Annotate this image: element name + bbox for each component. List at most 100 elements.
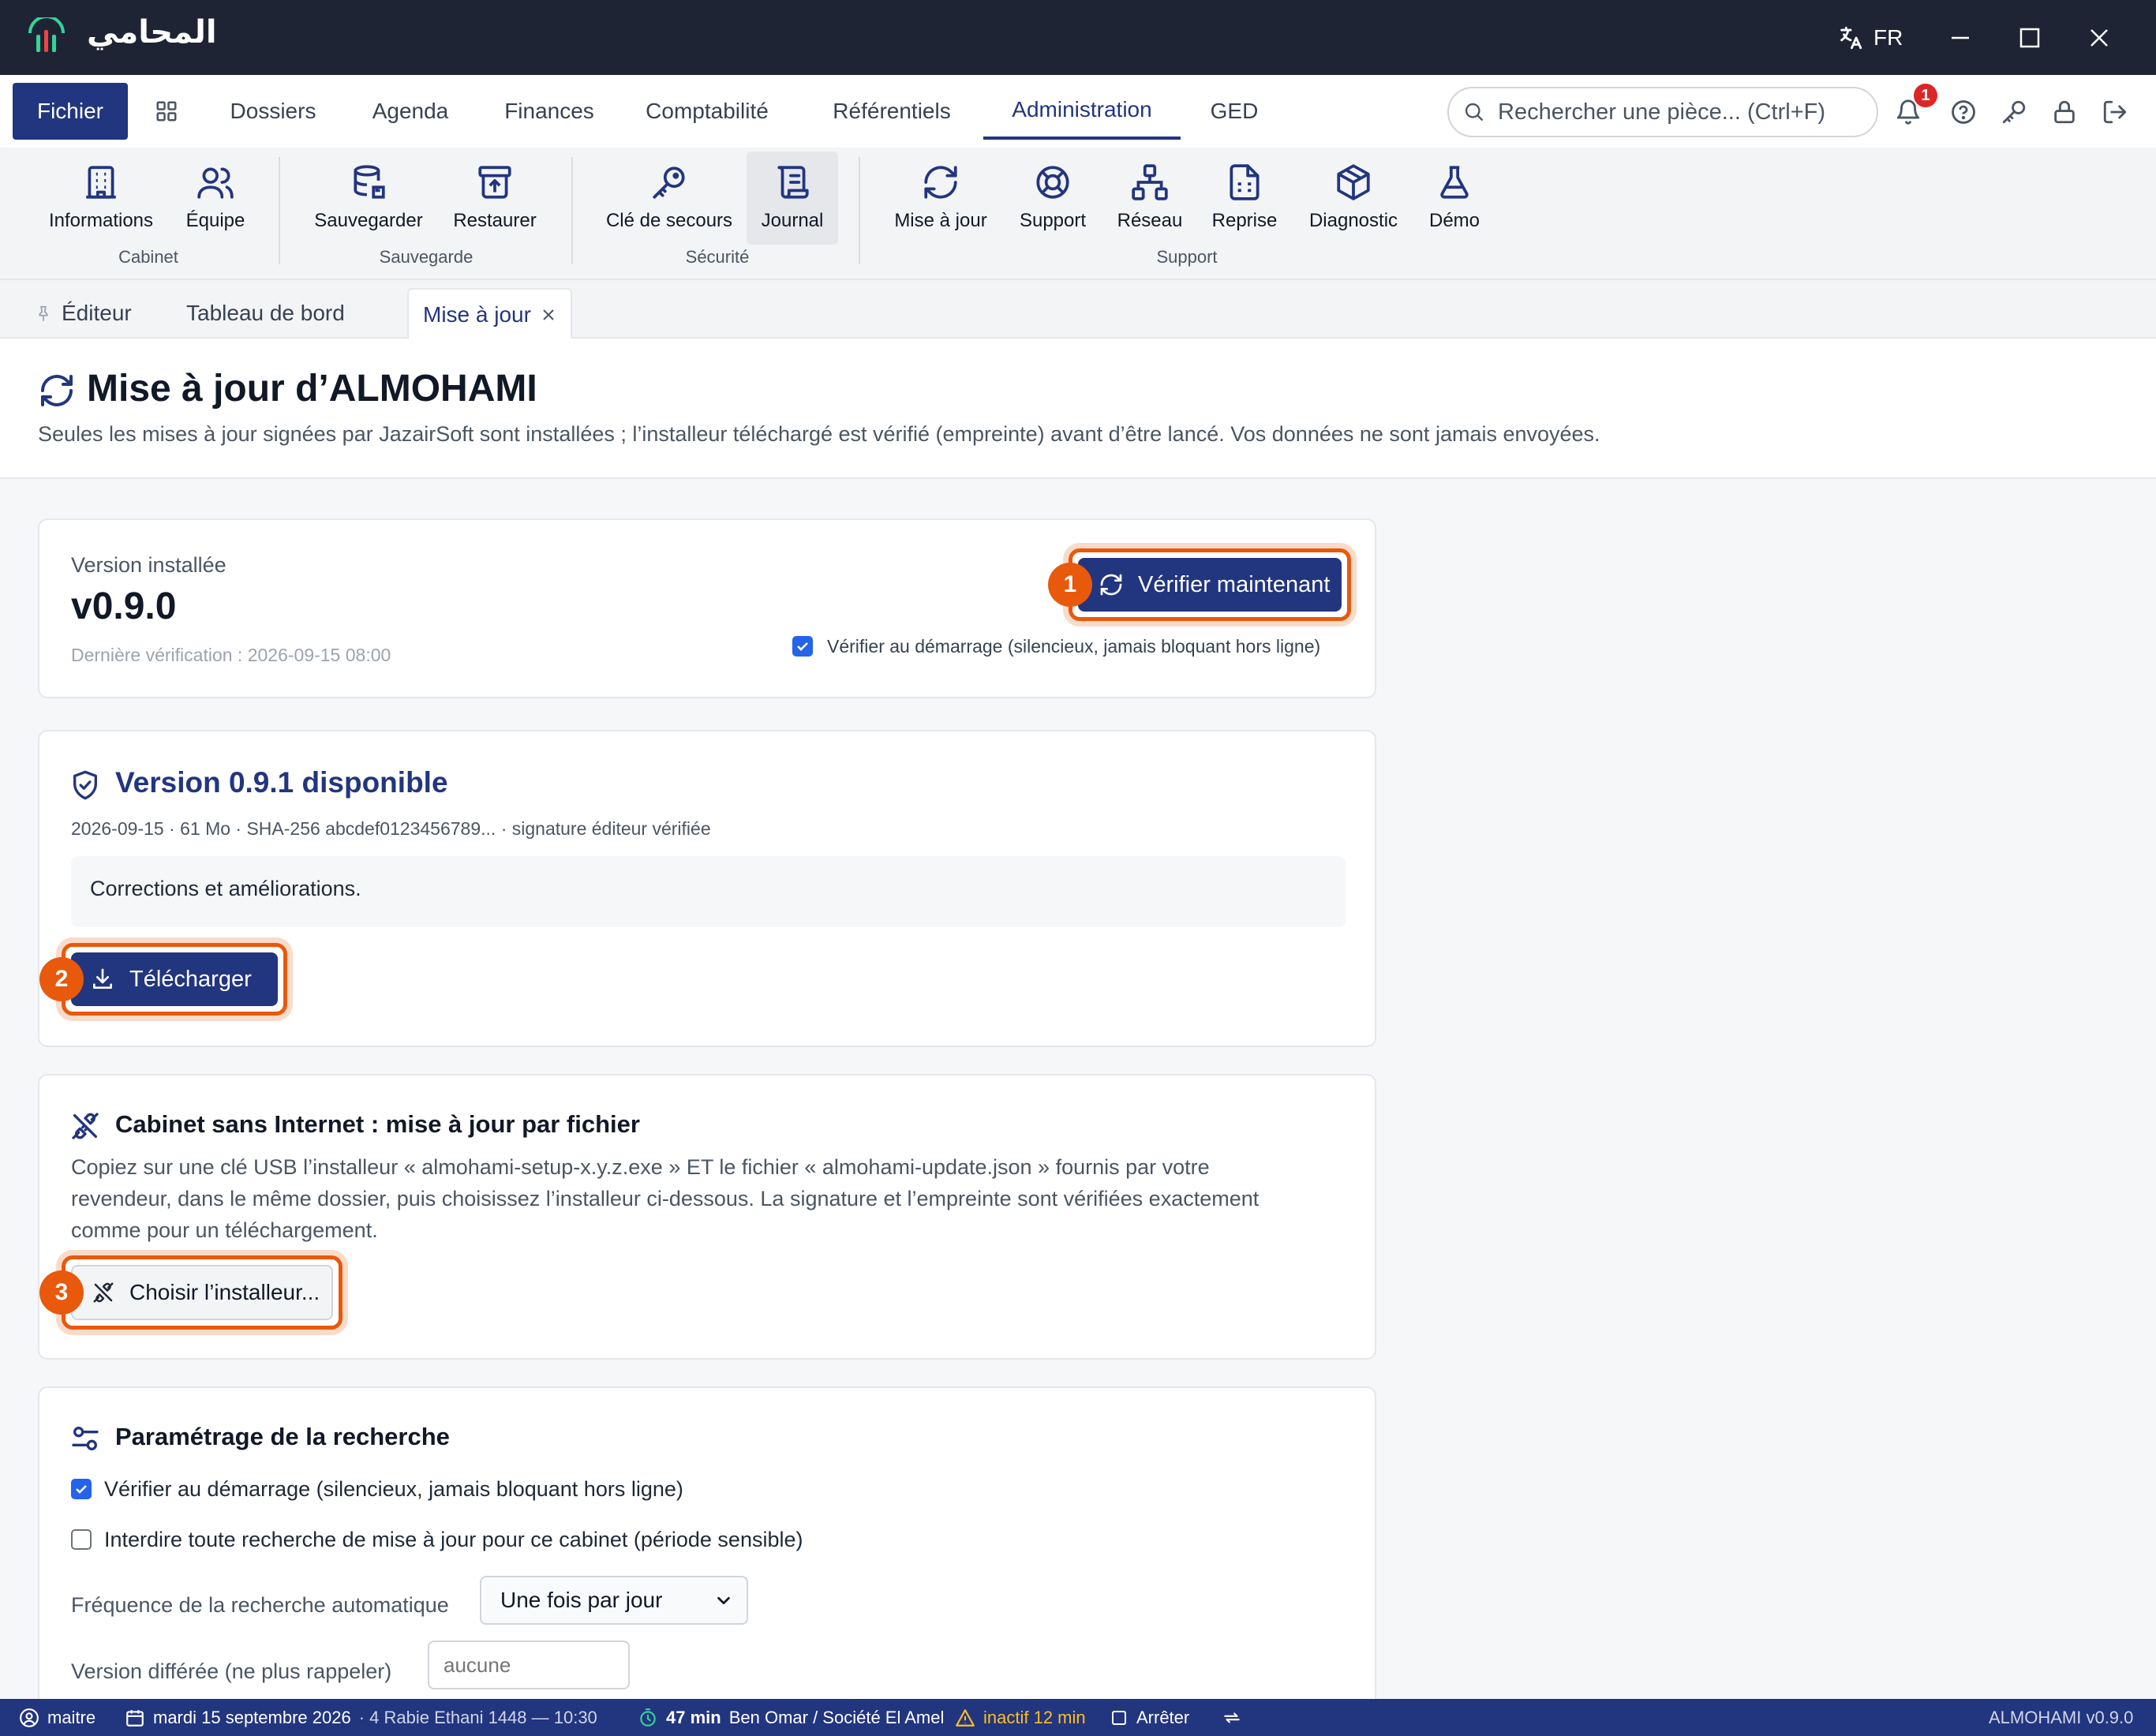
status-date: mardi 15 septembre 2026 · 4 Rabie Ethani… [125,1699,597,1736]
installed-version-card: Version installée v0.9.0 Dernière vérifi… [38,518,1376,698]
calendar-icon [125,1708,145,1728]
offline-instructions: Copiez sur une clé USB l’installeur « al… [71,1155,1260,1242]
help-button[interactable] [1946,95,1981,129]
frequency-select[interactable]: Une fois par jour [480,1576,748,1625]
status-inactive-warning: inactif 12 min [955,1699,1086,1736]
menu-dossiers[interactable]: Dossiers [215,83,331,140]
refresh-icon [1099,572,1124,597]
refresh-icon [38,372,76,410]
database-save-icon [349,163,388,202]
lock-icon [2051,99,2078,125]
status-timer[interactable]: 47 min Ben Omar / Société El Amel [638,1699,944,1736]
offline-update-card: Cabinet sans Internet : mise à jour par … [38,1074,1376,1360]
menu-file[interactable]: Fichier [13,83,128,140]
license-key-button[interactable] [1997,95,2031,129]
choose-installer-button[interactable]: Choisir l’installeur... [71,1265,333,1320]
menu-ged[interactable]: GED [1201,83,1267,140]
menu-administration[interactable]: Administration [983,83,1181,140]
unplugged-icon [92,1281,115,1304]
forbid-updates-checkbox[interactable] [71,1529,92,1550]
check-on-start-option[interactable]: Vérifier au démarrage (silencieux, jamai… [792,630,1320,662]
check-on-start-checkbox[interactable] [792,636,813,657]
ribbon-reprise[interactable]: Reprise [1203,152,1286,245]
language-code: FR [1873,25,1903,50]
status-bar: maitre mardi 15 septembre 2026 · 4 Rabie… [0,1699,2156,1736]
tab-editeur[interactable]: Éditeur [21,288,146,339]
installed-version-value: v0.9.0 [71,586,177,627]
settings-title: Paramétrage de la recherche [115,1423,450,1450]
deferred-version-input[interactable] [428,1641,630,1689]
logout-button[interactable] [2098,95,2132,129]
available-version-title: Version 0.9.1 disponible [115,766,448,799]
search-input[interactable] [1498,99,1845,125]
ribbon-cle-de-secours[interactable]: Clé de secours [597,152,742,245]
page-title: Mise à jour d’ALMOHAMI [87,368,537,410]
minimize-button[interactable] [1941,19,1979,57]
key-icon [649,163,689,202]
ribbon-demo[interactable]: Démo [1419,152,1490,245]
ribbon-separator [859,157,860,264]
document-tabs: Éditeur Tableau de bord Mise à jour [0,280,2156,340]
release-notes: Corrections et améliorations. [71,856,1346,927]
menu-agenda[interactable]: Agenda [355,83,466,140]
settings-check-on-start-checkbox[interactable] [71,1479,92,1499]
page-header: Mise à jour d’ALMOHAMI Seules les mises … [0,339,2156,479]
search-box[interactable] [1447,87,1878,137]
menu-finances[interactable]: Finances [492,83,606,140]
step-badge-2: 2 [39,957,84,1001]
ribbon-diagnostic[interactable]: Diagnostic [1297,152,1409,245]
ribbon-sauvegarder[interactable]: Sauvegarder [305,152,432,245]
ribbon-journal[interactable]: Journal [747,152,838,245]
check-now-button[interactable]: Vérifier maintenant [1078,558,1342,612]
ribbon-group-cabinet: Cabinet [118,247,178,267]
ribbon-restaurer[interactable]: Restaurer [442,152,548,245]
ribbon-group-securite: Sécurité [685,247,750,267]
menu-comptabilite[interactable]: Comptabilité [636,83,778,140]
user-circle-icon [19,1708,39,1728]
ribbon-informations[interactable]: Informations [41,152,161,245]
grid-icon [155,99,178,123]
translate-icon [1837,24,1864,51]
available-update-card: Version 0.9.1 disponible 2026-09-15 · 61… [38,730,1376,1047]
ribbon-group-support: Support [1156,247,1218,267]
timer-icon [638,1708,658,1728]
menu-bar: Fichier Dossiers Agenda Finances Comptab… [0,75,2156,148]
ribbon-equipe[interactable]: Équipe [175,152,256,245]
last-check-timestamp: Dernière vérification : 2026-09-15 08:00 [71,645,391,665]
settings-check-on-start-option[interactable]: Vérifier au démarrage (silencieux, jamai… [71,1472,683,1506]
help-icon [1950,99,1977,125]
settings-sliders-icon [69,1423,101,1454]
offline-title: Cabinet sans Internet : mise à jour par … [115,1110,640,1138]
close-window-button[interactable] [2080,19,2118,57]
ribbon-mise-a-jour[interactable]: Mise à jour [884,152,998,245]
status-client: Ben Omar / Société El Amel [728,1707,945,1727]
ribbon-support[interactable]: Support [1009,152,1097,245]
download-button[interactable]: Télécharger [71,952,278,1006]
switch-button[interactable] [1222,1699,1242,1736]
notification-badge: 1 [1914,84,1937,107]
box-icon [1334,163,1373,202]
lock-button[interactable] [2047,95,2082,129]
building-icon [81,163,121,202]
menu-referentiels[interactable]: Référentiels [821,83,963,140]
logout-icon [2102,99,2128,125]
status-hijri-time: · 4 Rabie Ethani 1448 — 10:30 [358,1707,597,1727]
app-name: المحامي [87,14,217,51]
tab-tableau-de-bord[interactable]: Tableau de bord [172,288,359,339]
language-button[interactable]: FR [1837,21,1903,55]
maximize-button[interactable] [2011,19,2049,57]
close-tab-icon[interactable] [541,307,556,323]
search-icon [1463,101,1485,123]
warning-icon [955,1708,975,1728]
modules-grid-button[interactable] [147,83,186,140]
status-user[interactable]: maitre [19,1699,95,1736]
step-badge-1: 1 [1048,563,1092,607]
flask-icon [1435,163,1474,202]
forbid-updates-option[interactable]: Interdire toute recherche de mise à jour… [71,1522,803,1557]
ribbon-reseau[interactable]: Réseau [1108,152,1192,245]
stop-timer-button[interactable]: Arrêter [1110,1699,1189,1736]
key-icon [2001,99,2027,125]
scroll-icon [773,163,812,202]
tab-mise-a-jour[interactable]: Mise à jour [407,288,572,340]
lifebuoy-icon [1033,163,1072,202]
